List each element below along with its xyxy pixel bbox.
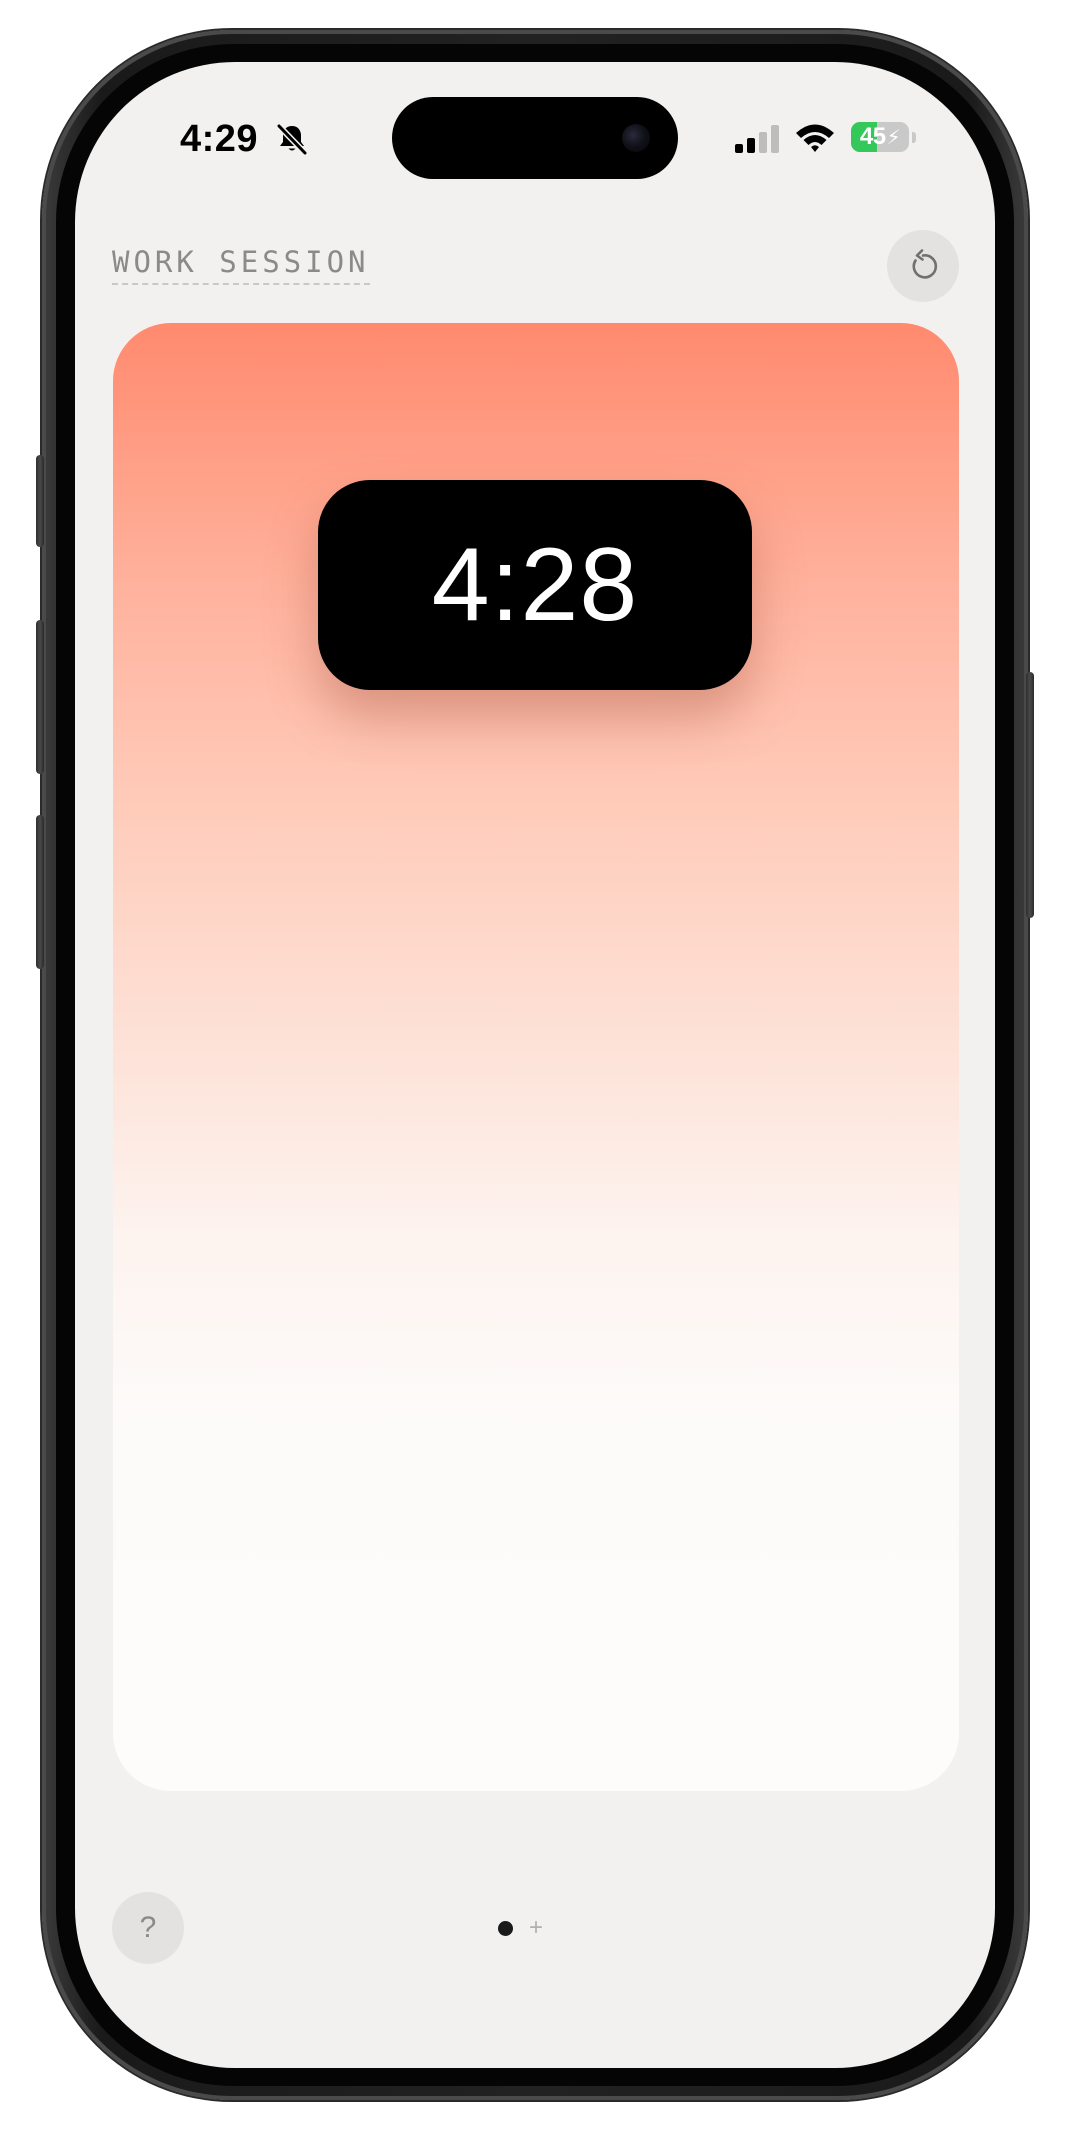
session-title[interactable]: WORK SESSION	[112, 245, 370, 285]
battery-nub	[912, 132, 916, 143]
app-screen: 4:29 45 ⚡ WORK SESSION 4:28 ? +	[75, 62, 995, 2068]
timer-text: 4:28	[431, 526, 639, 643]
dynamic-island	[392, 97, 678, 179]
timer-card[interactable]: 4:28	[113, 323, 959, 1791]
page-indicator: +	[498, 1915, 543, 1941]
reset-icon	[912, 249, 938, 279]
front-camera	[622, 124, 650, 152]
page-dot-active[interactable]	[498, 1920, 513, 1936]
timer-display[interactable]: 4:28	[318, 480, 752, 690]
help-button[interactable]: ?	[112, 1892, 184, 1964]
status-time: 4:29	[180, 118, 259, 160]
bell-slash-icon	[276, 123, 308, 156]
reset-button[interactable]	[887, 230, 959, 302]
volume-up-button	[36, 620, 44, 774]
battery-level: 45 ⚡	[859, 123, 901, 150]
volume-down-button	[36, 815, 44, 969]
action-button	[36, 455, 44, 547]
power-button	[1026, 672, 1034, 918]
cellular-signal-icon	[735, 125, 779, 153]
help-icon: ?	[139, 1911, 157, 1944]
wifi-icon	[796, 124, 834, 152]
battery-charging-icon: 45 ⚡	[851, 122, 909, 152]
add-page-button[interactable]: +	[529, 1916, 543, 1940]
